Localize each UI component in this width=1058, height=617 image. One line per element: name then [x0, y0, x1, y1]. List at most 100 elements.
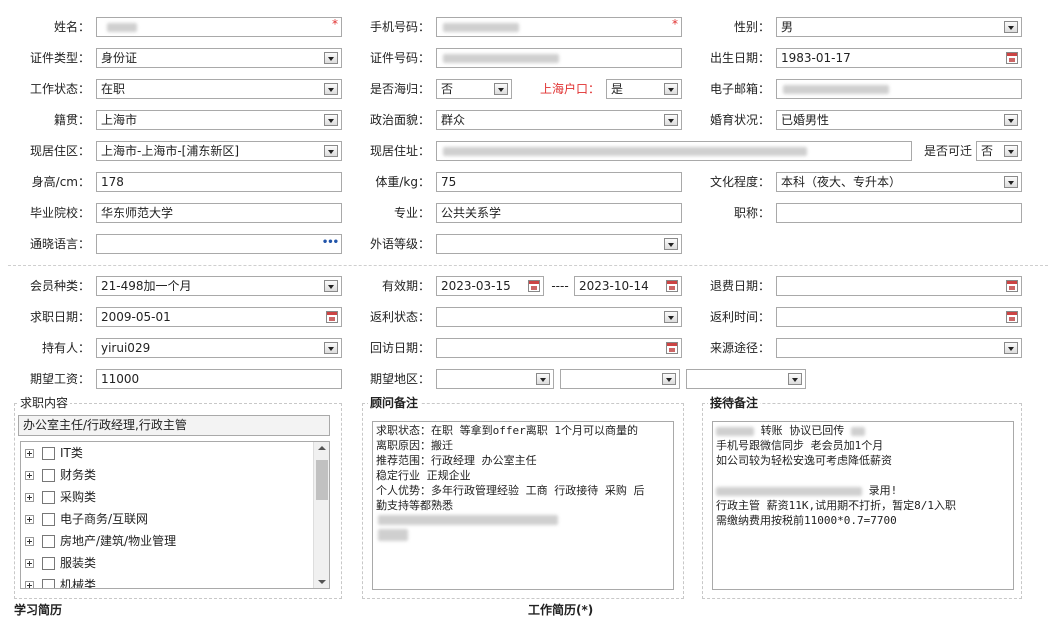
- tree-item[interactable]: 机械类: [25, 575, 96, 588]
- chevron-down-icon[interactable]: [662, 373, 676, 385]
- calendar-icon[interactable]: [1006, 280, 1018, 292]
- calendar-icon[interactable]: [528, 280, 540, 292]
- chevron-down-icon[interactable]: [1004, 21, 1018, 33]
- rebate-status-select[interactable]: [436, 307, 682, 327]
- major-field[interactable]: 公共关系学: [436, 203, 682, 223]
- weight-field[interactable]: 75: [436, 172, 682, 192]
- source-select[interactable]: [776, 338, 1022, 358]
- expand-icon[interactable]: [25, 559, 34, 568]
- chevron-down-icon[interactable]: [536, 373, 550, 385]
- shanghai-hukou-select[interactable]: 是: [606, 79, 682, 99]
- expand-icon[interactable]: [25, 537, 34, 546]
- note-line-hired: 录用!: [716, 483, 1010, 498]
- valid-to-field[interactable]: 2023-10-14: [574, 276, 682, 296]
- chevron-down-icon[interactable]: [1004, 176, 1018, 188]
- chevron-down-icon[interactable]: [324, 52, 338, 64]
- phone-field[interactable]: *: [436, 17, 682, 37]
- chevron-down-icon[interactable]: [494, 83, 508, 95]
- calendar-icon[interactable]: [666, 280, 678, 292]
- chevron-down-icon[interactable]: [324, 280, 338, 292]
- checkbox[interactable]: [42, 469, 55, 482]
- vertical-scrollbar[interactable]: [313, 442, 329, 588]
- calendar-icon[interactable]: [1006, 311, 1018, 323]
- job-date-field[interactable]: 2009-05-01: [96, 307, 342, 327]
- chevron-down-icon[interactable]: [664, 311, 678, 323]
- region-city-select[interactable]: [560, 369, 680, 389]
- residence-area-select[interactable]: 上海市-上海市-[浦东新区]: [96, 141, 342, 161]
- checkbox[interactable]: [42, 513, 55, 526]
- checkbox[interactable]: [42, 491, 55, 504]
- checkbox[interactable]: [42, 447, 55, 460]
- political-select[interactable]: 群众: [436, 110, 682, 130]
- reception-note-textarea[interactable]: 转账 协议已回传 手机号跟微信同步 老会员加1个月 如公司较为轻松安逸可考虑降低…: [712, 421, 1014, 590]
- id-no-field[interactable]: [436, 48, 682, 68]
- email-field[interactable]: [776, 79, 1022, 99]
- tree-item[interactable]: 财务类: [25, 465, 96, 485]
- birth-date-field[interactable]: 1983-01-17: [776, 48, 1022, 68]
- chevron-down-icon[interactable]: [788, 373, 802, 385]
- language-field[interactable]: •••: [96, 234, 342, 254]
- visit-date-field[interactable]: [436, 338, 682, 358]
- region-province-select[interactable]: [436, 369, 554, 389]
- region-label: 期望地区：: [369, 372, 430, 386]
- expand-icon[interactable]: [25, 515, 34, 524]
- native-select[interactable]: 上海市: [96, 110, 342, 130]
- tree-item[interactable]: 服装类: [25, 553, 96, 573]
- relocate-select[interactable]: 否: [976, 141, 1022, 161]
- address-field[interactable]: [436, 141, 912, 161]
- chevron-down-icon[interactable]: [664, 114, 678, 126]
- marital-select[interactable]: 已婚男性: [776, 110, 1022, 130]
- scroll-up-icon[interactable]: [318, 446, 326, 450]
- scroll-thumb[interactable]: [316, 460, 328, 500]
- expand-icon[interactable]: [25, 471, 34, 480]
- chevron-down-icon[interactable]: [324, 83, 338, 95]
- tree-item[interactable]: 房地产/建筑/物业管理: [25, 531, 176, 551]
- checkbox[interactable]: [42, 557, 55, 570]
- expand-icon[interactable]: [25, 493, 34, 502]
- job-category-tree[interactable]: IT类 财务类 采购类 电子商务/互联网 房地产/建筑/物业管理 服装类 机械类: [20, 441, 330, 589]
- chevron-down-icon[interactable]: [1004, 114, 1018, 126]
- height-field[interactable]: 178: [96, 172, 342, 192]
- region-district-select[interactable]: [686, 369, 806, 389]
- returnee-select[interactable]: 否: [436, 79, 512, 99]
- rebate-time-field[interactable]: [776, 307, 1022, 327]
- chevron-down-icon[interactable]: [1004, 145, 1018, 157]
- member-type-select[interactable]: 21-498加一个月: [96, 276, 342, 296]
- gender-select[interactable]: 男: [776, 17, 1022, 37]
- chevron-down-icon[interactable]: [664, 238, 678, 250]
- valid-from-field[interactable]: 2023-03-15: [436, 276, 544, 296]
- scroll-down-icon[interactable]: [318, 580, 326, 584]
- expand-icon[interactable]: [25, 581, 34, 588]
- calendar-icon[interactable]: [666, 342, 678, 354]
- holder-select[interactable]: yirui029: [96, 338, 342, 358]
- calendar-icon[interactable]: [326, 311, 338, 323]
- refund-date-field[interactable]: [776, 276, 1022, 296]
- checkbox[interactable]: [42, 579, 55, 588]
- tree-item[interactable]: IT类: [25, 443, 83, 463]
- note-line: 如公司较为轻松安逸可考虑降低薪资: [716, 454, 892, 467]
- education-select[interactable]: 本科（夜大、专升本）: [776, 172, 1022, 192]
- advisor-note-textarea[interactable]: 求职状态：在职 等拿到offer离职 1个月可以商量的 离职原因：搬迁 推荐范围…: [372, 421, 674, 590]
- checkbox[interactable]: [42, 535, 55, 548]
- title-field[interactable]: [776, 203, 1022, 223]
- work-status-select[interactable]: 在职: [96, 79, 342, 99]
- political-label: 政治面貌：: [369, 113, 430, 127]
- member-type-value: 21-498加一个月: [101, 279, 192, 293]
- tree-item[interactable]: 采购类: [25, 487, 96, 507]
- chevron-down-icon[interactable]: [324, 342, 338, 354]
- tree-item[interactable]: 电子商务/互联网: [25, 509, 148, 529]
- school-field[interactable]: 华东师范大学: [96, 203, 342, 223]
- chevron-down-icon[interactable]: [1004, 342, 1018, 354]
- chevron-down-icon[interactable]: [664, 83, 678, 95]
- calendar-icon[interactable]: [1006, 52, 1018, 64]
- foreign-level-select[interactable]: [436, 234, 682, 254]
- chevron-down-icon[interactable]: [324, 114, 338, 126]
- tree-item-label: 服装类: [60, 556, 97, 570]
- id-type-select[interactable]: 身份证: [96, 48, 342, 68]
- salary-field[interactable]: 11000: [96, 369, 342, 389]
- name-field[interactable]: *: [96, 17, 342, 37]
- expand-icon[interactable]: [25, 449, 34, 458]
- job-content-selected[interactable]: 办公室主任/行政经理,行政主管: [18, 415, 330, 436]
- more-icon[interactable]: •••: [322, 238, 339, 248]
- chevron-down-icon[interactable]: [324, 145, 338, 157]
